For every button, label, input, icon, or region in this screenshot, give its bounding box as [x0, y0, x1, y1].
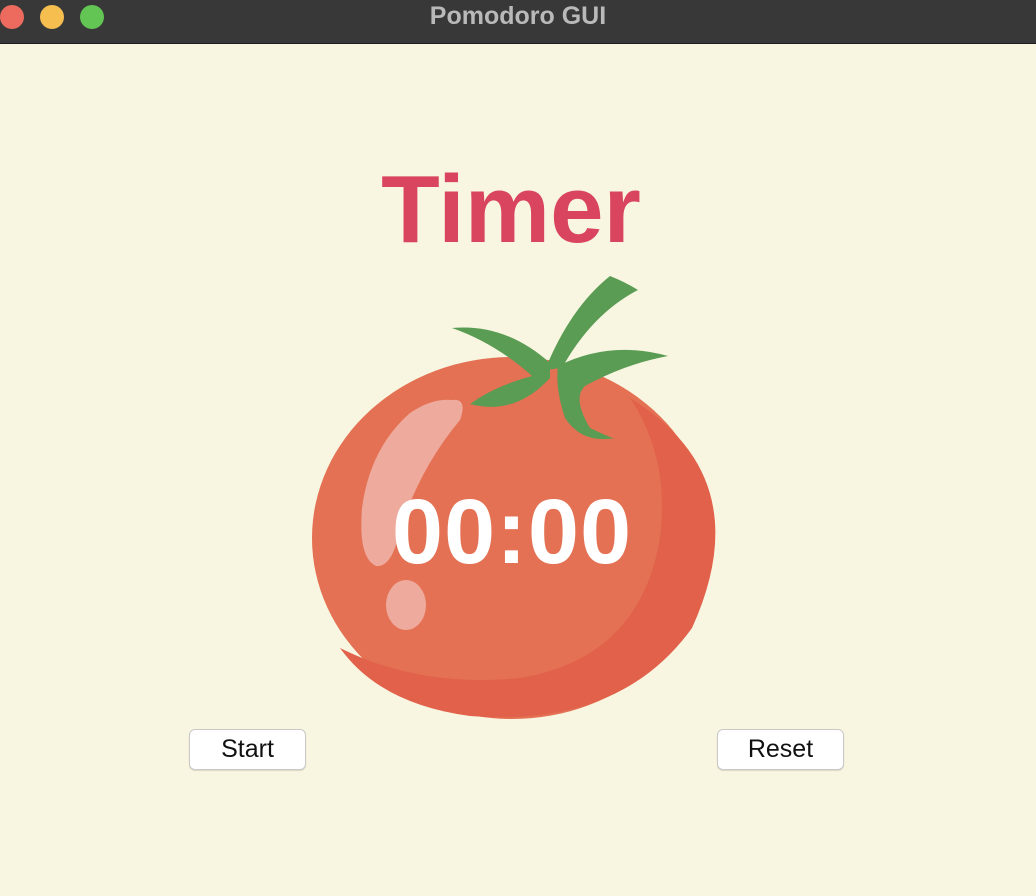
window-title: Pomodoro GUI: [429, 2, 607, 30]
reset-button[interactable]: Reset: [717, 729, 844, 770]
title-bar: Pomodoro GUI: [0, 0, 1036, 44]
timer-display: 00:00: [391, 481, 633, 583]
app-window: Pomodoro GUI Timer 00:00 Start Reset: [0, 0, 1036, 896]
start-button[interactable]: Start: [189, 729, 306, 770]
timer-heading: Timer: [381, 156, 641, 263]
